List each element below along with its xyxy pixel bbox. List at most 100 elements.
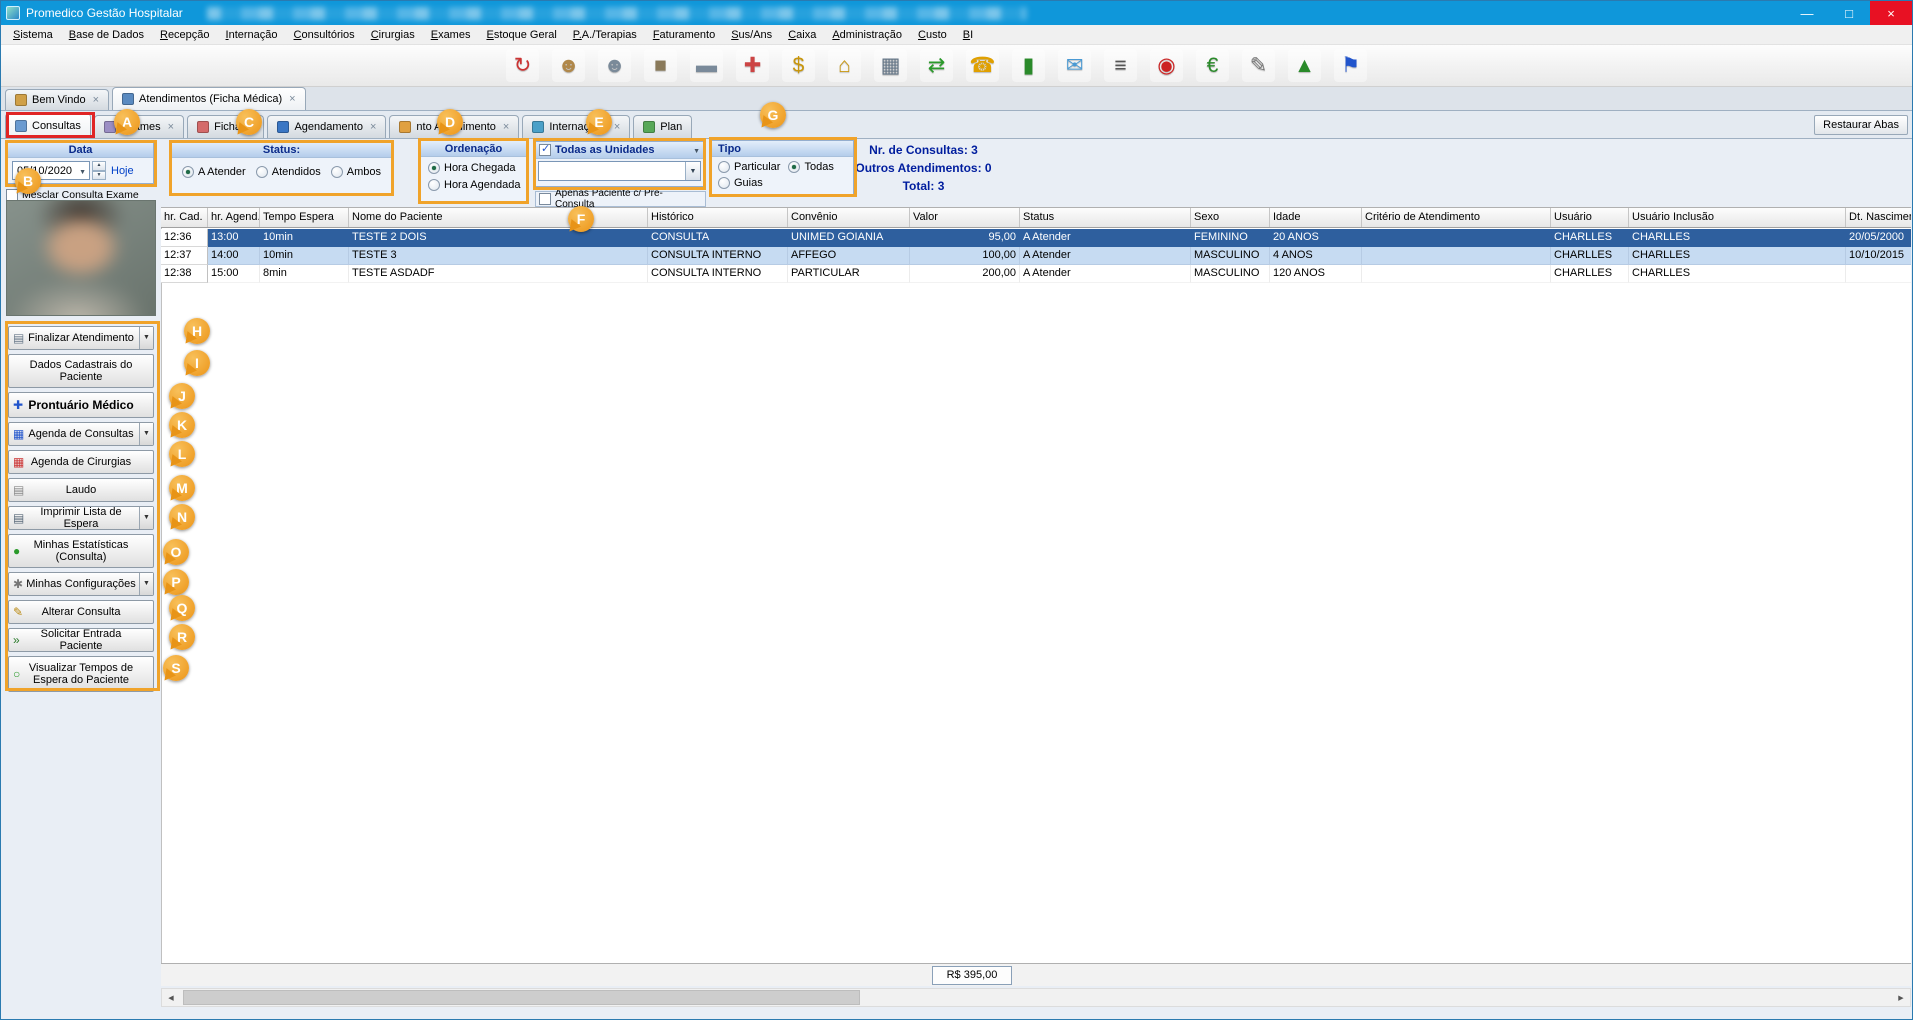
sub-tab-internacoes[interactable]: Internações×: [522, 115, 630, 138]
minimize-button[interactable]: —: [1786, 1, 1828, 25]
close-button[interactable]: ×: [1870, 1, 1912, 25]
patients-icon[interactable]: ☻: [552, 49, 585, 82]
today-link[interactable]: Hoje: [111, 165, 134, 177]
transfer-icon[interactable]: ⇄: [920, 49, 953, 82]
date-input[interactable]: 05/10/2020: [12, 161, 90, 180]
menu-item-estoque-geral[interactable]: Estoque Geral: [478, 27, 564, 43]
column-header-status[interactable]: Status: [1020, 208, 1191, 227]
menu-item-custo[interactable]: Custo: [910, 27, 955, 43]
menu-item-faturamento[interactable]: Faturamento: [645, 27, 723, 43]
menu-item-consultorios[interactable]: Consultórios: [286, 27, 363, 43]
ordenacao-option-hora-chegada[interactable]: Hora Chegada: [428, 162, 519, 174]
scroll-right-icon[interactable]: ▶: [1892, 989, 1910, 1006]
column-header-tempo-espera[interactable]: Tempo Espera: [260, 208, 349, 227]
briefcase-icon[interactable]: ■: [644, 49, 677, 82]
sidebar-button-minhas-configuracoes[interactable]: ✱Minhas Configurações▼: [8, 572, 154, 596]
payments-icon[interactable]: $: [782, 49, 815, 82]
sub-tab-nto-atendimento[interactable]: nto Atendimento×: [389, 115, 519, 138]
report-icon[interactable]: ≡: [1104, 49, 1137, 82]
sidebar-button-solicitar-entrada-paciente[interactable]: »Solicitar Entrada Paciente: [8, 628, 154, 652]
tab-close-icon[interactable]: ×: [614, 121, 620, 133]
sidebar-button-dados-cadastrais-do-paciente[interactable]: Dados Cadastrais do Paciente: [8, 354, 154, 388]
column-header-convenio[interactable]: Convênio: [788, 208, 910, 227]
sidebar-button-imprimir-lista-de-espera[interactable]: ▤Imprimir Lista de Espera▼: [8, 506, 154, 530]
tab-close-icon[interactable]: ×: [503, 121, 509, 133]
maximize-button[interactable]: □: [1828, 1, 1870, 25]
bi-icon[interactable]: ⚑: [1334, 49, 1367, 82]
tab-close-icon[interactable]: ×: [289, 93, 295, 105]
menu-item-internacao[interactable]: Internação: [218, 27, 286, 43]
menu-item-administracao[interactable]: Administração: [824, 27, 910, 43]
spin-down-icon[interactable]: ▼: [92, 171, 106, 181]
column-header-usuario-inclusao[interactable]: Usuário Inclusão: [1629, 208, 1846, 227]
ordenacao-option-hora-agendada[interactable]: Hora Agendada: [428, 179, 519, 191]
spin-up-icon[interactable]: ▲: [92, 161, 106, 171]
table-row[interactable]: 12:3613:0010minTESTE 2 DOISCONSULTAUNIME…: [161, 229, 1911, 247]
column-header-usuario[interactable]: Usuário: [1551, 208, 1629, 227]
tipo-option-todas[interactable]: Todas: [788, 161, 833, 173]
column-header-idade[interactable]: Idade: [1270, 208, 1362, 227]
tipo-option-particular[interactable]: Particular: [718, 161, 780, 173]
message-icon[interactable]: ✉: [1058, 49, 1091, 82]
scroll-left-icon[interactable]: ◀: [162, 989, 180, 1006]
menu-item-sus-ans[interactable]: Sus/Ans: [723, 27, 780, 43]
sidebar-button-visualizar-tempos-de-espera-do-paciente[interactable]: ○Visualizar Tempos de Espera do Paciente: [8, 656, 154, 692]
sub-tab-ficha[interactable]: Ficha×: [187, 115, 264, 138]
dropdown-arrow-icon[interactable]: ▼: [139, 507, 153, 529]
menu-item-cirurgias[interactable]: Cirurgias: [363, 27, 423, 43]
menu-item-caixa[interactable]: Caixa: [780, 27, 824, 43]
horizontal-scrollbar[interactable]: ◀ ▶: [161, 988, 1911, 1007]
safe-icon[interactable]: ▦: [874, 49, 907, 82]
tipo-option-guias[interactable]: Guias: [718, 177, 763, 189]
tab-close-icon[interactable]: ×: [93, 94, 99, 106]
e-billing-icon[interactable]: €: [1196, 49, 1229, 82]
menu-item-bi[interactable]: BI: [955, 27, 981, 43]
status-option-ambos[interactable]: Ambos: [331, 166, 381, 178]
column-header-dt-nascimento[interactable]: Dt. Nascimento: [1846, 208, 1911, 227]
tab-close-icon[interactable]: ×: [370, 121, 376, 133]
sub-tab-agendamento[interactable]: Agendamento×: [267, 115, 386, 138]
todas-unidades-checkbox[interactable]: Todas as Unidades: [539, 144, 693, 156]
date-spinner[interactable]: ▲ ▼: [92, 161, 106, 180]
column-header-historico[interactable]: Histórico: [648, 208, 788, 227]
chevron-down-icon[interactable]: [693, 144, 700, 156]
column-header-valor[interactable]: Valor: [910, 208, 1020, 227]
sub-tab-plan[interactable]: Plan: [633, 115, 692, 138]
sidebar-button-finalizar-atendimento[interactable]: ▤Finalizar Atendimento▼: [8, 326, 154, 350]
menu-item-base-de-dados[interactable]: Base de Dados: [61, 27, 152, 43]
tab-close-icon[interactable]: ×: [168, 121, 174, 133]
bank-icon[interactable]: ⌂: [828, 49, 861, 82]
restore-tabs-button[interactable]: Restaurar Abas: [1814, 115, 1908, 135]
statistics-icon[interactable]: ▲: [1288, 49, 1321, 82]
unidades-combo[interactable]: [538, 161, 701, 181]
scrollbar-thumb[interactable]: [183, 990, 860, 1005]
refresh-icon[interactable]: ↻: [506, 49, 539, 82]
stretcher-icon[interactable]: ▬: [690, 49, 723, 82]
column-header-nome-do-paciente[interactable]: Nome do Paciente: [349, 208, 648, 227]
column-header-criterio-de-atendimento[interactable]: Critério de Atendimento: [1362, 208, 1551, 227]
tab-close-icon[interactable]: ×: [248, 121, 254, 133]
main-tab-bem-vindo[interactable]: Bem Vindo×: [5, 89, 109, 110]
status-option-a-atender[interactable]: A Atender: [182, 166, 246, 178]
sidebar-button-alterar-consulta[interactable]: ✎Alterar Consulta: [8, 600, 154, 624]
menu-item-sistema[interactable]: Sistema: [5, 27, 61, 43]
attendant-icon[interactable]: ☻: [598, 49, 631, 82]
dropdown-arrow-icon[interactable]: ▼: [139, 423, 153, 445]
column-header-hr-agend[interactable]: hr. Agend.: [208, 208, 260, 227]
table-row[interactable]: 12:3714:0010minTESTE 3CONSULTA INTERNOAF…: [161, 247, 1911, 265]
column-header-sexo[interactable]: Sexo: [1191, 208, 1270, 227]
chevron-down-icon[interactable]: [685, 162, 700, 180]
dropdown-arrow-icon[interactable]: ▼: [139, 327, 153, 349]
menu-item-recepcao[interactable]: Recepção: [152, 27, 218, 43]
main-tab-atendimentos-ficha-medica[interactable]: Atendimentos (Ficha Médica)×: [112, 87, 306, 110]
chevron-down-icon[interactable]: [79, 165, 86, 177]
sub-tab-consultas[interactable]: Consultas: [5, 113, 91, 138]
ambulance-icon[interactable]: ✚: [736, 49, 769, 82]
notes-icon[interactable]: ✎: [1242, 49, 1275, 82]
sidebar-button-laudo[interactable]: ▤Laudo: [8, 478, 154, 502]
table-row[interactable]: 12:3815:008minTESTE ASDADFCONSULTA INTER…: [161, 265, 1911, 283]
sub-tab-exames[interactable]: Exames×: [94, 115, 184, 138]
sidebar-button-agenda-de-consultas[interactable]: ▦Agenda de Consultas▼: [8, 422, 154, 446]
menu-item-exames[interactable]: Exames: [423, 27, 479, 43]
dropdown-arrow-icon[interactable]: ▼: [139, 573, 153, 595]
